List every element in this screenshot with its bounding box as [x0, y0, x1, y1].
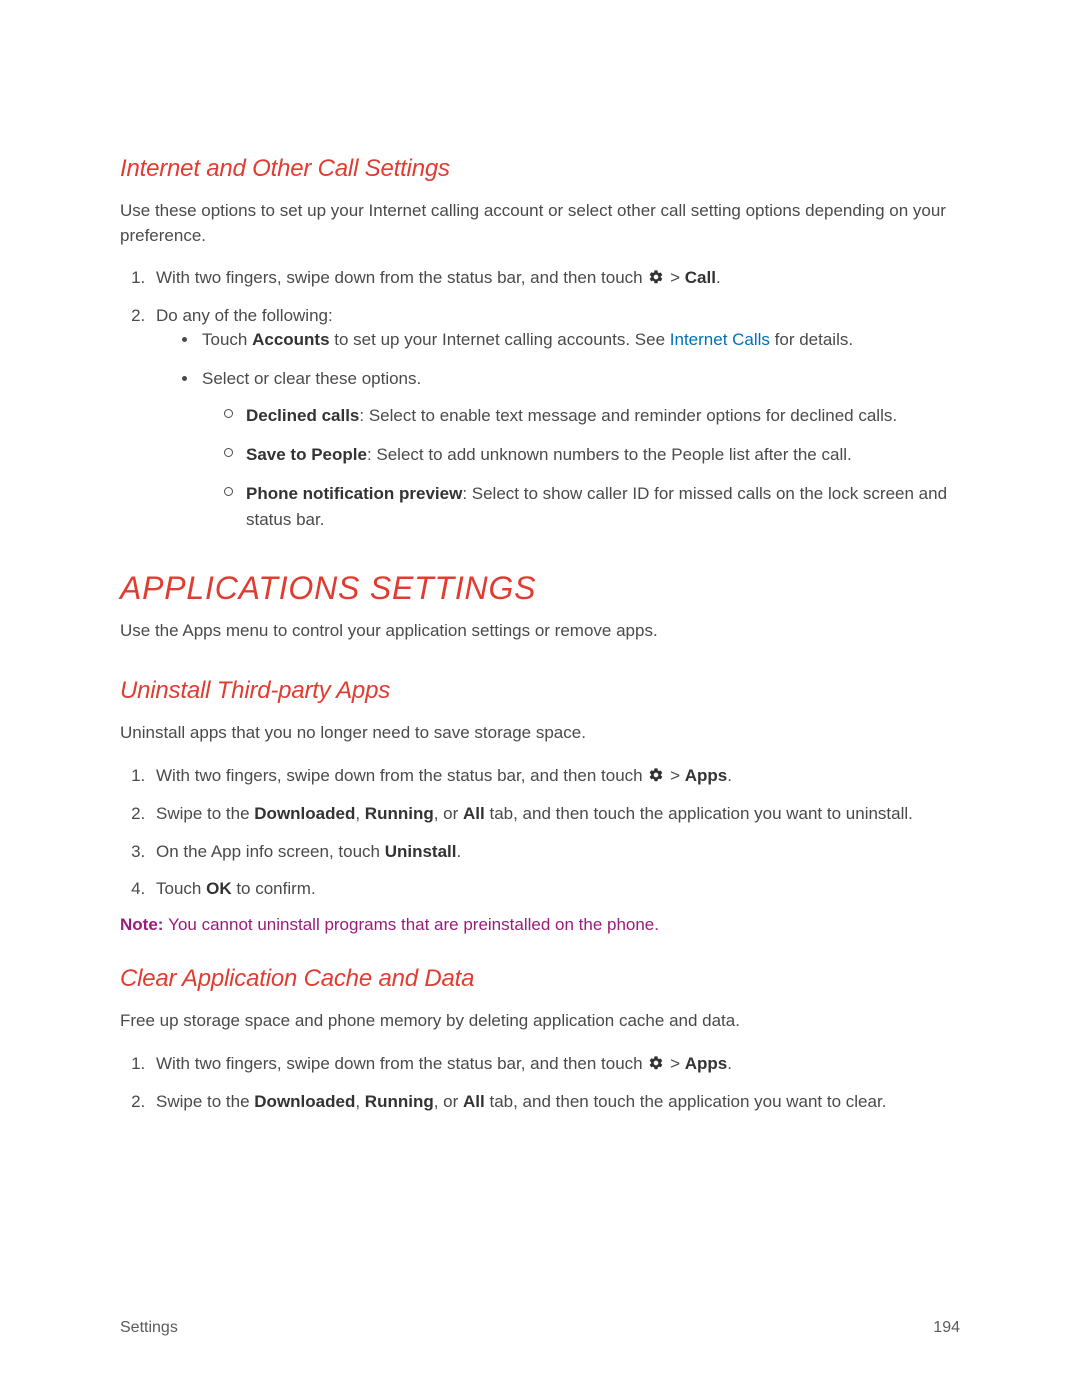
note-uninstall: Note: You cannot uninstall programs that…: [120, 915, 960, 935]
period: .: [716, 268, 721, 287]
text: Select or clear these options.: [202, 369, 421, 388]
text: : Select to add unknown numbers to the P…: [367, 445, 852, 464]
steps-clear-cache: With two fingers, swipe down from the st…: [120, 1052, 960, 1114]
page-footer: Settings 194: [120, 1319, 960, 1337]
text: Touch: [156, 879, 206, 898]
list-item: With two fingers, swipe down from the st…: [150, 764, 960, 788]
text: ,: [355, 804, 364, 823]
list-item: Do any of the following: Touch Accounts …: [150, 304, 960, 532]
note-text: You cannot uninstall programs that are p…: [168, 915, 659, 934]
intro-applications-settings: Use the Apps menu to control your applic…: [120, 619, 960, 644]
label-downloaded: Downloaded: [254, 1092, 355, 1111]
label-downloaded: Downloaded: [254, 804, 355, 823]
gear-icon: [648, 767, 664, 783]
steps-uninstall: With two fingers, swipe down from the st…: [120, 764, 960, 901]
label-declined-calls: Declined calls: [246, 406, 359, 425]
label-all: All: [463, 804, 485, 823]
label-running: Running: [365, 1092, 434, 1111]
steps-internet-call: With two fingers, swipe down from the st…: [120, 266, 960, 532]
note-label: Note:: [120, 915, 168, 934]
list-item: With two fingers, swipe down from the st…: [150, 1052, 960, 1076]
list-item: Save to People: Select to add unknown nu…: [246, 442, 960, 467]
gt-separator: >: [665, 766, 684, 785]
label-uninstall: Uninstall: [385, 842, 457, 861]
heading-internet-call-settings: Internet and Other Call Settings: [120, 155, 960, 183]
list-item: Touch OK to confirm.: [150, 877, 960, 901]
text: to confirm.: [232, 879, 316, 898]
gear-icon: [648, 1055, 664, 1071]
document-page: Internet and Other Call Settings Use the…: [0, 0, 1080, 1187]
text: Touch: [202, 330, 252, 349]
period: .: [727, 766, 732, 785]
text: On the App info screen, touch: [156, 842, 385, 861]
text: Swipe to the: [156, 804, 254, 823]
text: tab, and then touch the application you …: [485, 1092, 887, 1111]
text: to set up your Internet calling accounts…: [330, 330, 670, 349]
heading-uninstall-apps: Uninstall Third-party Apps: [120, 677, 960, 705]
list-item: With two fingers, swipe down from the st…: [150, 266, 960, 290]
label-running: Running: [365, 804, 434, 823]
footer-section-label: Settings: [120, 1319, 178, 1337]
step-text: With two fingers, swipe down from the st…: [156, 766, 647, 785]
label-call: Call: [685, 268, 716, 287]
heading-applications-settings: APPLICATIONS SETTINGS: [120, 570, 960, 607]
link-internet-calls[interactable]: Internet Calls: [670, 330, 770, 349]
gt-separator: >: [665, 1054, 684, 1073]
label-phone-notification-preview: Phone notification preview: [246, 484, 462, 503]
period: .: [457, 842, 462, 861]
text: tab, and then touch the application you …: [485, 804, 913, 823]
label-apps: Apps: [685, 766, 728, 785]
text: for details.: [770, 330, 853, 349]
intro-internet-call: Use these options to set up your Interne…: [120, 199, 960, 248]
label-accounts: Accounts: [252, 330, 329, 349]
footer-page-number: 194: [933, 1319, 960, 1337]
list-item: Select or clear these options. Declined …: [202, 367, 960, 532]
text: : Select to enable text message and remi…: [359, 406, 897, 425]
step-text: With two fingers, swipe down from the st…: [156, 1054, 647, 1073]
label-apps: Apps: [685, 1054, 728, 1073]
period: .: [727, 1054, 732, 1073]
heading-clear-cache: Clear Application Cache and Data: [120, 965, 960, 993]
list-item: On the App info screen, touch Uninstall.: [150, 840, 960, 864]
list-item: Touch Accounts to set up your Internet c…: [202, 328, 960, 353]
gt-separator: >: [665, 268, 684, 287]
text: Swipe to the: [156, 1092, 254, 1111]
circle-list: Declined calls: Select to enable text me…: [202, 403, 960, 532]
step-text: With two fingers, swipe down from the st…: [156, 268, 647, 287]
label-save-to-people: Save to People: [246, 445, 367, 464]
text: , or: [434, 804, 463, 823]
list-item: Declined calls: Select to enable text me…: [246, 403, 960, 428]
intro-clear-cache: Free up storage space and phone memory b…: [120, 1009, 960, 1034]
list-item: Phone notification preview: Select to sh…: [246, 481, 960, 531]
gear-icon: [648, 269, 664, 285]
text: , or: [434, 1092, 463, 1111]
text: ,: [355, 1092, 364, 1111]
bullet-list: Touch Accounts to set up your Internet c…: [156, 328, 960, 532]
label-all: All: [463, 1092, 485, 1111]
intro-uninstall-apps: Uninstall apps that you no longer need t…: [120, 721, 960, 746]
list-item: Swipe to the Downloaded, Running, or All…: [150, 802, 960, 826]
step-text: Do any of the following:: [156, 306, 333, 325]
list-item: Swipe to the Downloaded, Running, or All…: [150, 1090, 960, 1114]
label-ok: OK: [206, 879, 232, 898]
